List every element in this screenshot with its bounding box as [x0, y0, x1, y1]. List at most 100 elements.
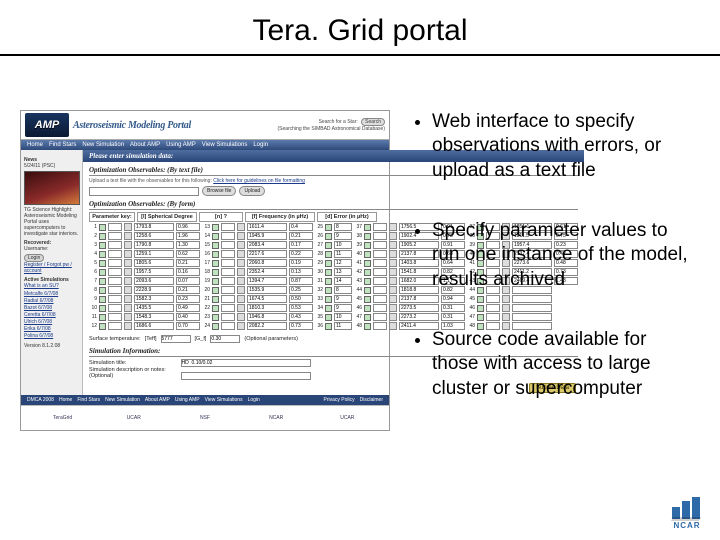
freq-input[interactable] [134, 295, 174, 303]
err-input[interactable] [176, 304, 200, 312]
err-input[interactable] [289, 232, 313, 240]
n-input[interactable] [334, 250, 352, 258]
row-checkbox[interactable] [364, 242, 371, 249]
degree-select[interactable] [221, 277, 235, 285]
row-checkbox[interactable] [212, 260, 219, 267]
nav-find-stars[interactable]: Find Stars [49, 142, 76, 148]
row-checkbox[interactable] [364, 278, 371, 285]
stepper-icon[interactable] [124, 259, 132, 267]
n-input[interactable] [334, 295, 352, 303]
degree-select[interactable] [221, 304, 235, 312]
err-input[interactable] [289, 268, 313, 276]
freq-input[interactable] [247, 277, 287, 285]
freq-input[interactable] [247, 304, 287, 312]
row-checkbox[interactable] [364, 233, 371, 240]
freq-input[interactable] [134, 268, 174, 276]
stepper-icon[interactable] [124, 232, 132, 240]
degree-select[interactable] [108, 322, 122, 330]
freq-input[interactable] [247, 250, 287, 258]
file-path-input[interactable] [89, 187, 199, 196]
footer-newsim[interactable]: New Simulation [105, 397, 140, 403]
degree-select[interactable] [221, 259, 235, 267]
freq-input[interactable] [247, 313, 287, 321]
row-checkbox[interactable] [325, 278, 332, 285]
row-checkbox[interactable] [364, 314, 371, 321]
err-input[interactable] [176, 313, 200, 321]
degree-select[interactable] [221, 295, 235, 303]
sidebar-login-button[interactable]: Login [24, 254, 44, 262]
nav-home[interactable]: Home [27, 142, 43, 148]
degree-select[interactable] [108, 268, 122, 276]
degree-select[interactable] [373, 295, 387, 303]
sidebar-sim-item[interactable]: Ceretta 6/7/08 [24, 312, 79, 318]
row-checkbox[interactable] [325, 233, 332, 240]
stepper-icon[interactable] [237, 232, 245, 240]
err-input[interactable] [176, 268, 200, 276]
degree-select[interactable] [373, 304, 387, 312]
stepper-icon[interactable] [124, 295, 132, 303]
freq-input[interactable] [247, 232, 287, 240]
err-input[interactable] [289, 223, 313, 231]
row-checkbox[interactable] [212, 251, 219, 258]
nav-new-simulation[interactable]: New Simulation [82, 142, 124, 148]
sim-title-input[interactable] [181, 359, 311, 367]
err-input[interactable] [289, 259, 313, 267]
row-checkbox[interactable] [325, 314, 332, 321]
row-checkbox[interactable] [212, 269, 219, 276]
row-checkbox[interactable] [99, 242, 106, 249]
sidebar-sim-item[interactable]: Erika 6/7/08 [24, 326, 79, 332]
stepper-icon[interactable] [237, 304, 245, 312]
degree-select[interactable] [373, 241, 387, 249]
gf-input[interactable] [210, 335, 240, 343]
freq-input[interactable] [247, 259, 287, 267]
row-checkbox[interactable] [212, 233, 219, 240]
degree-select[interactable] [221, 241, 235, 249]
stepper-icon[interactable] [389, 286, 397, 294]
freq-input[interactable] [247, 295, 287, 303]
stepper-icon[interactable] [237, 313, 245, 321]
row-checkbox[interactable] [364, 224, 371, 231]
err-input[interactable] [176, 241, 200, 249]
n-input[interactable] [334, 286, 352, 294]
degree-select[interactable] [221, 322, 235, 330]
stepper-icon[interactable] [237, 286, 245, 294]
degree-select[interactable] [108, 286, 122, 294]
stepper-icon[interactable] [124, 268, 132, 276]
row-checkbox[interactable] [325, 260, 332, 267]
stepper-icon[interactable] [124, 241, 132, 249]
err-input[interactable] [176, 223, 200, 231]
freq-input[interactable] [247, 241, 287, 249]
err-input[interactable] [289, 250, 313, 258]
footer-using[interactable]: Using AMP [175, 397, 200, 403]
stepper-icon[interactable] [237, 223, 245, 231]
nav-using[interactable]: Using AMP [166, 142, 196, 148]
stepper-icon[interactable] [237, 259, 245, 267]
freq-input[interactable] [134, 277, 174, 285]
stepper-icon[interactable] [389, 277, 397, 285]
sidebar-sim-item[interactable]: Metcalfe 6/7/08 [24, 291, 79, 297]
err-input[interactable] [289, 313, 313, 321]
degree-select[interactable] [221, 286, 235, 294]
degree-select[interactable] [373, 286, 387, 294]
row-checkbox[interactable] [364, 323, 371, 330]
n-input[interactable] [334, 304, 352, 312]
degree-select[interactable] [373, 322, 387, 330]
degree-select[interactable] [373, 250, 387, 258]
stepper-icon[interactable] [124, 322, 132, 330]
footer-about[interactable]: About AMP [145, 397, 170, 403]
degree-select[interactable] [373, 259, 387, 267]
row-checkbox[interactable] [212, 323, 219, 330]
degree-select[interactable] [221, 268, 235, 276]
row-checkbox[interactable] [212, 305, 219, 312]
n-input[interactable] [334, 232, 352, 240]
nav-view-sims[interactable]: View Simulations [202, 142, 248, 148]
degree-select[interactable] [373, 313, 387, 321]
degree-select[interactable] [221, 250, 235, 258]
err-input[interactable] [289, 295, 313, 303]
row-checkbox[interactable] [325, 224, 332, 231]
degree-select[interactable] [221, 232, 235, 240]
stepper-icon[interactable] [389, 259, 397, 267]
formatting-guidelines-link[interactable]: Click here for guidelines on file format… [213, 178, 305, 184]
row-checkbox[interactable] [325, 323, 332, 330]
err-input[interactable] [176, 322, 200, 330]
